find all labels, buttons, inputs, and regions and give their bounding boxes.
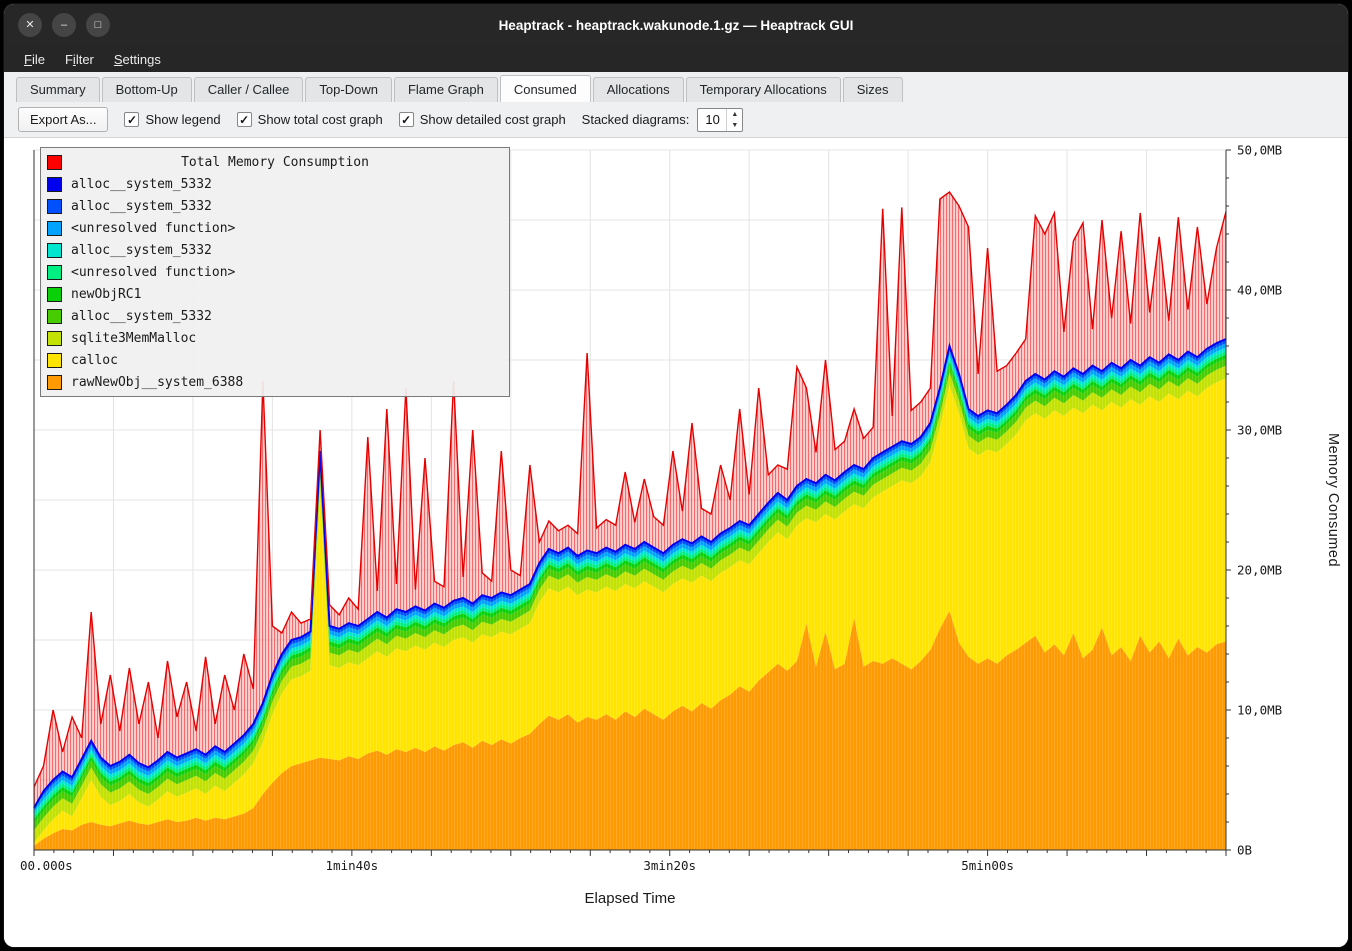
legend-swatch-icon <box>47 177 62 192</box>
menu-file-post: ile <box>32 52 45 67</box>
legend-item: newObjRC1 <box>47 283 503 305</box>
close-icon[interactable]: ✕ <box>18 13 42 37</box>
tab-top-down[interactable]: Top-Down <box>305 77 392 102</box>
window-title: Heaptrack - heaptrack.wakunode.1.gz — He… <box>4 18 1348 33</box>
legend-label: alloc__system_5332 <box>71 309 212 324</box>
tab-caller-callee[interactable]: Caller / Callee <box>194 77 304 102</box>
checkbox-check-icon: ✓ <box>399 112 414 127</box>
menubar: File Filter Settings <box>4 46 1348 72</box>
tab-allocations[interactable]: Allocations <box>593 77 684 102</box>
legend-label: <unresolved function> <box>71 221 235 236</box>
tab-sizes[interactable]: Sizes <box>843 77 903 102</box>
menu-filter-post: lter <box>76 52 94 67</box>
legend-label: sqlite3MemMalloc <box>71 331 196 346</box>
legend-item: rawNewObj__system_6388 <box>47 371 503 393</box>
menu-settings-accel: S <box>114 52 123 67</box>
tab-bottom-up[interactable]: Bottom-Up <box>102 77 192 102</box>
y-tick-label: 0B <box>1237 843 1252 858</box>
x-tick-label: 5min00s <box>961 858 1014 873</box>
minimize-icon[interactable]: – <box>52 13 76 37</box>
menu-file[interactable]: File <box>14 49 55 70</box>
x-tick-label: 3min20s <box>643 858 696 873</box>
legend-swatch-icon <box>47 199 62 214</box>
legend-item: sqlite3MemMalloc <box>47 327 503 349</box>
stacked-diagrams-value[interactable]: 10 <box>698 109 726 131</box>
legend-item: <unresolved function> <box>47 217 503 239</box>
chart-legend: Total Memory Consumption alloc__system_53… <box>40 147 510 397</box>
menu-settings-post: ettings <box>123 52 161 67</box>
legend-swatch-icon <box>47 309 62 324</box>
show-legend-checkbox[interactable]: ✓ Show legend <box>124 112 220 127</box>
legend-item: calloc <box>47 349 503 371</box>
x-tick-label: 00.000s <box>20 858 73 873</box>
y-axis-title: Memory Consumed <box>1325 433 1341 567</box>
y-tick-label: 40,0MB <box>1237 283 1282 298</box>
export-as-button[interactable]: Export As... <box>18 107 108 132</box>
stacked-diagrams-label: Stacked diagrams: <box>582 112 690 127</box>
legend-swatch-icon <box>47 331 62 346</box>
y-tick-label: 30,0MB <box>1237 423 1282 438</box>
legend-item: alloc__system_5332 <box>47 239 503 261</box>
y-tick-label: 10,0MB <box>1237 703 1282 718</box>
legend-swatch-icon <box>47 375 62 390</box>
tabbar: Summary Bottom-Up Caller / Callee Top-Do… <box>4 72 1348 102</box>
window-controls: ✕ – □ <box>18 13 110 37</box>
legend-swatch-icon <box>47 221 62 236</box>
legend-swatch-icon <box>47 155 62 170</box>
menu-filter[interactable]: Filter <box>55 49 104 70</box>
menu-settings[interactable]: Settings <box>104 49 171 70</box>
stacked-diagrams-stepper[interactable]: 10 ▲ ▼ <box>697 108 743 132</box>
legend-swatch-icon <box>47 287 62 302</box>
legend-swatch-icon <box>47 353 62 368</box>
stepper-arrows: ▲ ▼ <box>726 109 742 131</box>
legend-item: <unresolved function> <box>47 261 503 283</box>
show-detailed-cost-checkbox[interactable]: ✓ Show detailed cost graph <box>399 112 566 127</box>
show-detailed-cost-label: Show detailed cost graph <box>420 112 566 127</box>
maximize-icon[interactable]: □ <box>86 13 110 37</box>
menu-file-accel: F <box>24 52 32 67</box>
legend-item: alloc__system_5332 <box>47 305 503 327</box>
show-total-cost-label: Show total cost graph <box>258 112 383 127</box>
app-window: ✕ – □ Heaptrack - heaptrack.wakunode.1.g… <box>4 4 1348 947</box>
legend-label: alloc__system_5332 <box>71 199 212 214</box>
stepper-up-icon[interactable]: ▲ <box>727 109 742 120</box>
checkbox-check-icon: ✓ <box>237 112 252 127</box>
menu-filter-pre: F <box>65 52 73 67</box>
x-tick-label: 1min40s <box>326 858 379 873</box>
legend-label: alloc__system_5332 <box>71 177 212 192</box>
legend-swatch-icon <box>47 243 62 258</box>
tab-flame-graph[interactable]: Flame Graph <box>394 77 498 102</box>
legend-label: <unresolved function> <box>71 265 235 280</box>
tab-temporary-allocations[interactable]: Temporary Allocations <box>686 77 841 102</box>
toolbar: Export As... ✓ Show legend ✓ Show total … <box>4 102 1348 138</box>
legend-label: newObjRC1 <box>71 287 141 302</box>
tab-summary[interactable]: Summary <box>16 77 100 102</box>
show-total-cost-checkbox[interactable]: ✓ Show total cost graph <box>237 112 383 127</box>
tab-consumed[interactable]: Consumed <box>500 75 591 102</box>
y-tick-label: 20,0MB <box>1237 563 1282 578</box>
y-tick-label: 50,0MB <box>1237 143 1282 158</box>
legend-label: rawNewObj__system_6388 <box>71 375 243 390</box>
titlebar[interactable]: ✕ – □ Heaptrack - heaptrack.wakunode.1.g… <box>4 4 1348 46</box>
legend-swatch-icon <box>47 265 62 280</box>
show-legend-label: Show legend <box>145 112 220 127</box>
legend-item: alloc__system_5332 <box>47 173 503 195</box>
checkbox-check-icon: ✓ <box>124 112 139 127</box>
x-axis-title: Elapsed Time <box>34 890 1226 907</box>
legend-item: alloc__system_5332 <box>47 195 503 217</box>
legend-title-row: Total Memory Consumption <box>47 151 503 173</box>
legend-label: Total Memory Consumption <box>71 155 479 170</box>
legend-label: calloc <box>71 353 118 368</box>
stepper-down-icon[interactable]: ▼ <box>727 120 742 131</box>
legend-label: alloc__system_5332 <box>71 243 212 258</box>
chart-area: 0B 10,0MB 20,0MB 30,0MB 40,0MB 50,0MB 00.000s 1… <box>4 138 1348 947</box>
